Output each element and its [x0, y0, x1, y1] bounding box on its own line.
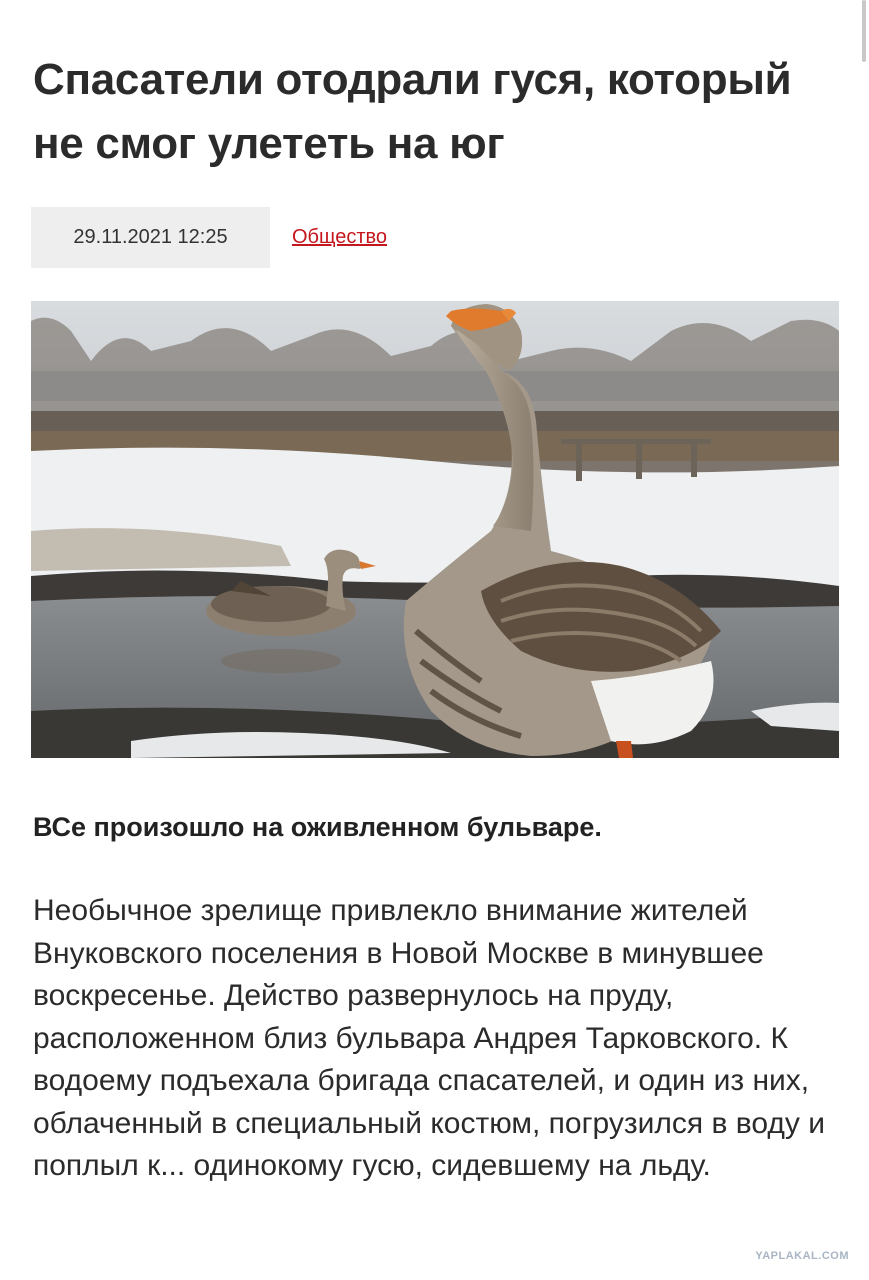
scrollbar[interactable]: [862, 0, 866, 62]
article-lead: ВСе произошло на оживленном бульваре.: [33, 812, 602, 842]
publish-date: 29.11.2021 12:25: [31, 207, 270, 268]
category-link[interactable]: Общество: [292, 226, 387, 249]
article-body: Необычное зрелище привлекло внимание жит…: [33, 894, 825, 1182]
article-title: Спасатели отодрали гуся, который не смог…: [33, 55, 792, 168]
article-meta: 29.11.2021 12:25 Общество: [31, 207, 387, 268]
watermark: YAPLAKAL.COM: [755, 1250, 849, 1262]
article-photo: [31, 301, 839, 758]
